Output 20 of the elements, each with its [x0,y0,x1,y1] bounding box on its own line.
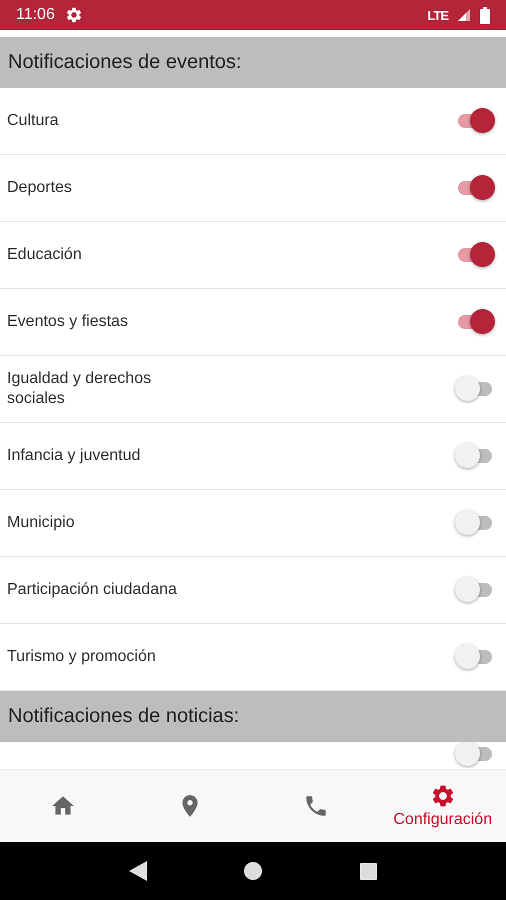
settings-icon [64,6,83,24]
section-header: Notificaciones de noticias: [0,691,506,742]
home-circle-icon[interactable] [244,862,262,880]
battery-icon [480,6,490,24]
network-type: LTE [427,8,448,22]
setting-label: Municipio [7,513,76,533]
setting-label: Cultura [7,111,60,131]
setting-label: Infancia y juventud [7,446,142,466]
section-header: Notificaciones de eventos: [0,37,506,88]
signal-icon [458,9,470,21]
setting-label: Igualdad y derechos sociales [7,369,152,409]
clock: 11:06 [16,6,55,24]
setting-label: Eventos y fiestas [7,312,129,332]
setting-label: Participación ciudadana [7,580,178,600]
setting-label: Turismo y promoción [7,647,157,667]
setting-label: Educación [7,245,83,265]
recents-square-icon[interactable] [360,862,378,880]
setting-label: Deportes [7,178,73,198]
back-icon[interactable] [128,861,147,881]
nav-tab[interactable]: Configuración [380,770,506,842]
